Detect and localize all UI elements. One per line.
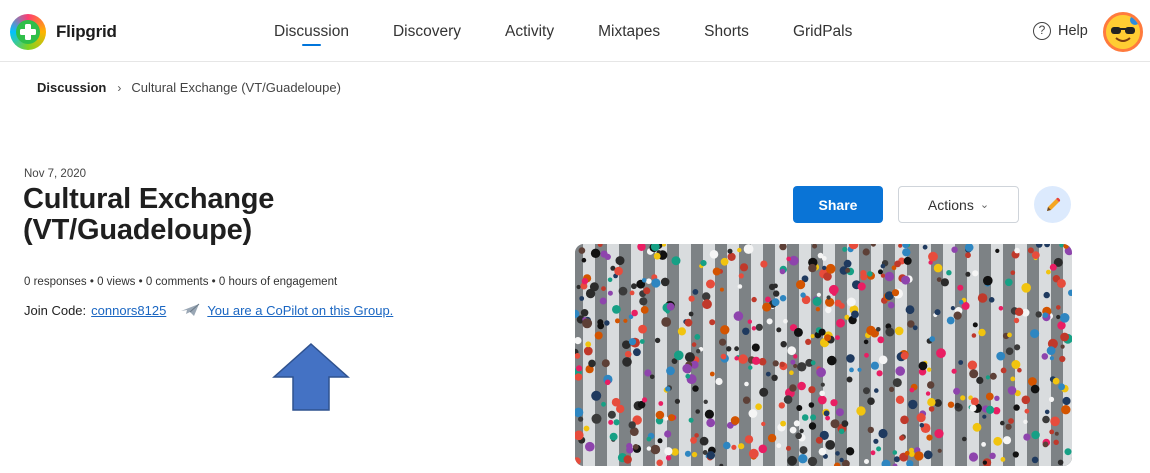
main-nav: Discussion Discovery Activity Mixtapes S… [274, 0, 896, 62]
actions-label: Actions [927, 196, 974, 213]
group-cover-image [575, 244, 1072, 466]
edit-button[interactable] [1034, 186, 1071, 223]
brand-name: Flipgrid [56, 22, 117, 41]
nav-item-activity[interactable]: Activity [505, 0, 554, 62]
help-link[interactable]: ? Help [1033, 22, 1088, 40]
top-navigation-bar: Flipgrid Discussion Discovery Activity M… [0, 0, 1150, 62]
actions-dropdown[interactable]: Actions ⌄ [898, 186, 1019, 223]
breadcrumb-discussion-link[interactable]: Discussion [37, 80, 106, 95]
crowd-crosswalk-photo [575, 244, 1072, 466]
avatar[interactable] [1103, 12, 1143, 52]
nav-item-mixtapes[interactable]: Mixtapes [598, 0, 660, 62]
page-title: Cultural Exchange (VT/Guadeloupe) [23, 183, 275, 246]
sunglasses-emoji-icon [1106, 15, 1140, 49]
help-label: Help [1058, 23, 1088, 39]
nav-item-discovery[interactable]: Discovery [393, 0, 461, 62]
join-code-label: Join Code: [24, 302, 87, 318]
nav-item-gridpals[interactable]: GridPals [793, 0, 852, 62]
share-button[interactable]: Share [793, 186, 883, 223]
group-stats: 0 responses • 0 views • 0 comments • 0 h… [24, 276, 338, 288]
flipgrid-logo[interactable]: Flipgrid [10, 14, 117, 50]
breadcrumb-current: Cultural Exchange (VT/Guadeloupe) [131, 80, 341, 95]
flipgrid-logo-icon [10, 14, 46, 50]
nav-item-discussion[interactable]: Discussion [274, 0, 349, 62]
question-icon: ? [1033, 22, 1051, 40]
group-date: Nov 7, 2020 [24, 168, 87, 180]
chevron-right-icon: › [117, 80, 122, 95]
join-code-link[interactable]: connors8125 [91, 303, 166, 318]
copilot-link[interactable]: You are a CoPilot on this Group. [207, 303, 393, 318]
pencil-icon [1046, 197, 1060, 211]
chevron-down-icon: ⌄ [979, 199, 990, 211]
up-arrow-annotation-icon [272, 342, 350, 411]
join-code-row: Join Code: connors8125 You are a CoPilot… [24, 302, 393, 318]
breadcrumb: Discussion › Cultural Exchange (VT/Guade… [37, 80, 341, 95]
nav-item-shorts[interactable]: Shorts [704, 0, 749, 62]
airplane-icon [181, 303, 200, 316]
